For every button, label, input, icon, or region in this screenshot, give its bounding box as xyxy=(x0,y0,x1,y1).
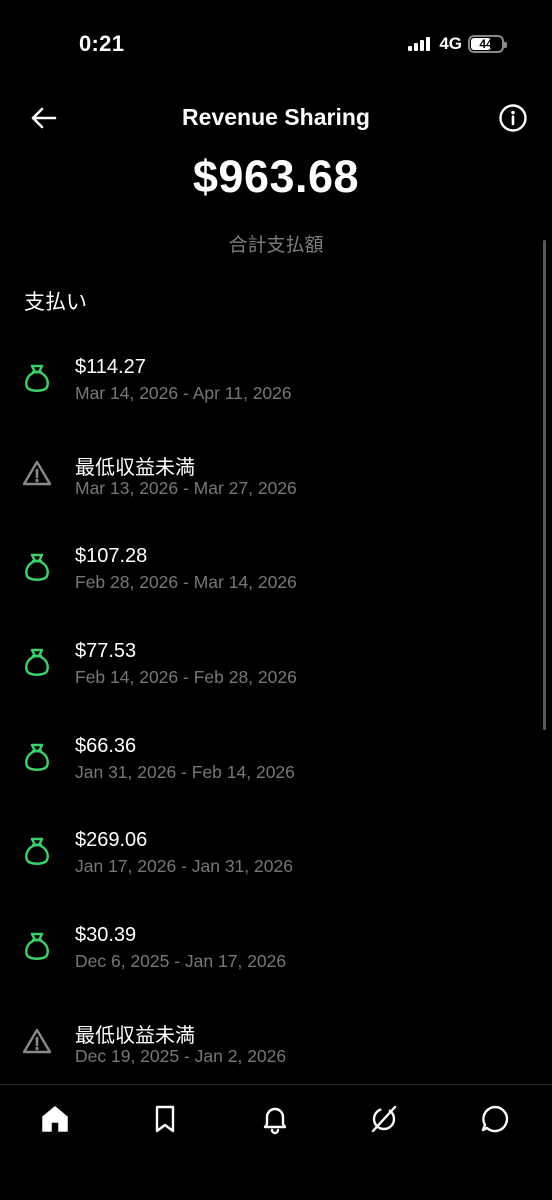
battery-icon: 44 xyxy=(468,35,507,53)
payout-row[interactable]: $77.53 Feb 14, 2026 - Feb 28, 2026 xyxy=(0,624,552,719)
battery-level: 44 xyxy=(479,37,493,51)
payout-period: Dec 19, 2025 - Jan 2, 2026 xyxy=(75,1045,287,1066)
nav-grok-button[interactable] xyxy=(368,1103,400,1135)
nav-notifications-button[interactable] xyxy=(259,1103,291,1135)
money-bag-icon xyxy=(22,741,52,773)
payout-amount: $269.06 xyxy=(75,829,148,852)
money-bag-icon xyxy=(22,362,52,394)
money-bag-icon xyxy=(22,551,52,583)
total-payout-label: 合計支払額 xyxy=(228,235,324,256)
bookmark-icon xyxy=(155,1105,175,1133)
info-button[interactable] xyxy=(498,103,528,133)
payout-row-below-minimum[interactable]: 最低収益未満 Mar 13, 2026 - Mar 27, 2026 xyxy=(0,435,552,530)
payout-period: Mar 13, 2026 - Mar 27, 2026 xyxy=(75,477,297,498)
payout-amount: $66.36 xyxy=(75,734,137,757)
info-icon xyxy=(499,104,527,132)
warning-icon xyxy=(22,457,52,489)
nav-bookmarks-button[interactable] xyxy=(149,1103,181,1135)
payout-amount: $114.27 xyxy=(75,356,146,378)
payout-row[interactable]: $30.39 Dec 6, 2025 - Jan 17, 2026 xyxy=(0,908,552,1003)
money-bag-icon xyxy=(22,835,52,867)
payout-amount: $77.53 xyxy=(75,640,137,663)
payout-row[interactable]: $107.28 Feb 28, 2026 - Mar 14, 2026 xyxy=(0,529,552,624)
money-bag-icon xyxy=(22,646,52,678)
payout-period: Feb 28, 2026 - Mar 14, 2026 xyxy=(75,572,297,593)
payout-period: Dec 6, 2025 - Jan 17, 2026 xyxy=(75,951,287,972)
payout-row[interactable]: $114.27 Mar 14, 2026 - Apr 11, 2026 xyxy=(0,340,552,435)
bottom-navigation xyxy=(0,1084,552,1200)
payout-amount: $107.28 xyxy=(75,545,148,568)
payout-period: Feb 14, 2026 - Feb 28, 2026 xyxy=(75,667,297,688)
app-header: Revenue Sharing xyxy=(0,96,552,140)
status-time: 0:21 xyxy=(79,31,125,56)
payout-period: Jan 31, 2026 - Feb 14, 2026 xyxy=(75,761,295,782)
payouts-section-title: 支払い xyxy=(24,291,87,314)
grok-icon xyxy=(371,1105,397,1133)
status-indicators: 4G 44 xyxy=(408,34,507,54)
page-title: Revenue Sharing xyxy=(182,104,370,130)
signal-strength-icon xyxy=(408,37,431,51)
payout-amount: 最低収益未満 xyxy=(75,1024,195,1047)
warning-icon xyxy=(22,1025,52,1057)
nav-home-button[interactable] xyxy=(39,1103,71,1135)
status-bar: 0:21 4G 44 xyxy=(0,0,552,90)
payout-amount: $30.39 xyxy=(75,924,137,947)
total-payout-amount: $963.68 xyxy=(192,151,360,202)
payout-period: Mar 14, 2026 - Apr 11, 2026 xyxy=(75,383,292,403)
payout-row[interactable]: $269.06 Jan 17, 2026 - Jan 31, 2026 xyxy=(0,813,552,908)
chat-bubble-icon xyxy=(481,1105,509,1133)
payout-amount: 最低収益未満 xyxy=(75,456,195,479)
bell-icon xyxy=(263,1107,287,1135)
nav-messages-button[interactable] xyxy=(479,1103,511,1135)
network-type: 4G xyxy=(439,34,462,53)
payout-period: Jan 17, 2026 - Jan 31, 2026 xyxy=(75,856,293,877)
scrollbar[interactable] xyxy=(543,240,546,730)
payout-list: $114.27 Mar 14, 2026 - Apr 11, 2026 最低収益未満… xyxy=(0,340,552,1098)
payout-row[interactable]: $66.36 Jan 31, 2026 - Feb 14, 2026 xyxy=(0,719,552,814)
home-icon xyxy=(42,1106,68,1132)
money-bag-icon xyxy=(22,930,52,962)
